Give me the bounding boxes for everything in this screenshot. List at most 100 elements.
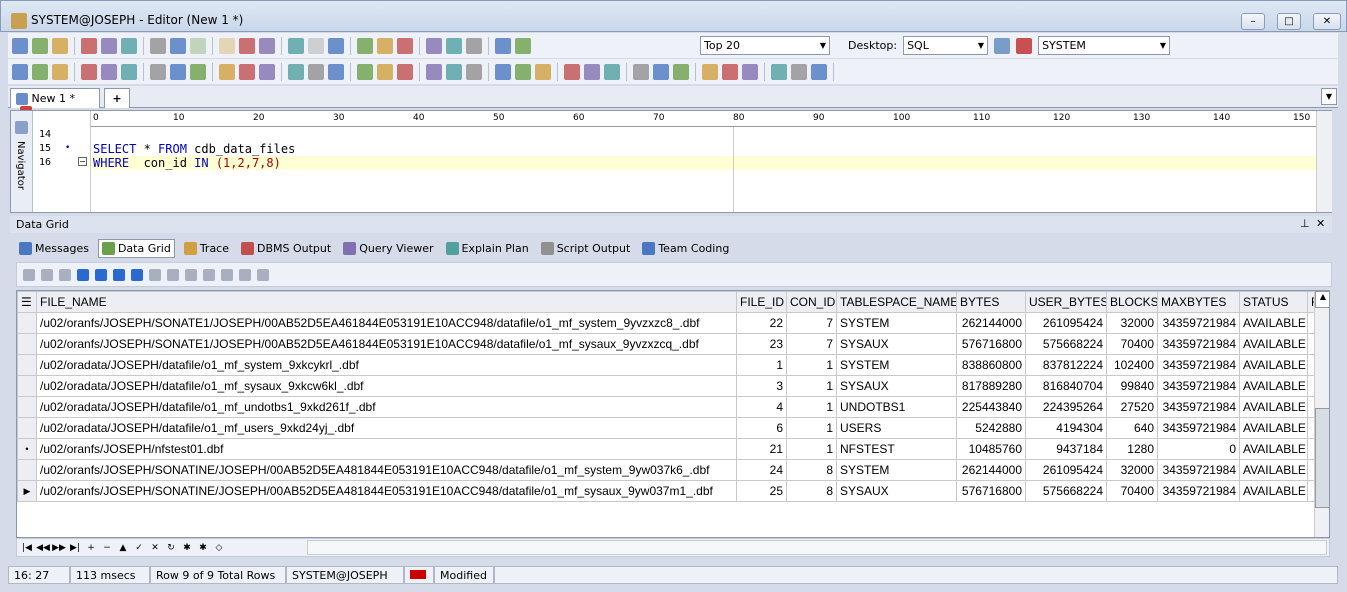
column-header[interactable]: USER_BYTES [1025, 291, 1107, 313]
cell[interactable]: 8 [786, 459, 837, 481]
watch-icon[interactable] [259, 63, 275, 80]
load-icon[interactable] [101, 37, 117, 54]
cell[interactable]: 34359721984 [1157, 354, 1240, 376]
column-header[interactable]: FILE_ID [736, 291, 787, 313]
cell[interactable]: 1 [736, 354, 787, 376]
cell[interactable]: AVAILABLE [1239, 396, 1308, 418]
cell[interactable]: 10485760 [956, 438, 1026, 460]
connect-icon[interactable] [12, 37, 28, 54]
stop-macro-icon[interactable] [771, 63, 787, 80]
cell[interactable]: SYSAUX [836, 480, 957, 502]
close-button[interactable]: ✕ [1313, 13, 1341, 30]
cell[interactable]: AVAILABLE [1239, 354, 1308, 376]
breakpoint-icon[interactable] [239, 63, 255, 80]
save-all-icon[interactable] [170, 37, 186, 54]
cell[interactable]: 817889280 [956, 375, 1026, 397]
cell[interactable]: 34359721984 [1157, 396, 1240, 418]
cell[interactable]: AVAILABLE [1239, 417, 1308, 439]
cell[interactable]: 4194304 [1025, 417, 1107, 439]
column-header[interactable]: BLOCKS [1106, 291, 1158, 313]
back-icon[interactable] [397, 37, 413, 54]
cell[interactable]: 224395264 [1025, 396, 1107, 418]
cell[interactable]: AVAILABLE [1239, 312, 1308, 334]
grid-horizontal-scrollbar[interactable] [307, 540, 1327, 555]
tab-query-viewer[interactable]: Query Viewer [340, 240, 436, 257]
disconnect-icon[interactable] [52, 37, 68, 54]
cell[interactable]: 27520 [1106, 396, 1158, 418]
grid-vertical-scrollbar[interactable]: ▲ [1314, 291, 1329, 537]
save-as-icon[interactable] [150, 37, 166, 54]
cell[interactable]: 261095424 [1025, 459, 1107, 481]
play-macro-icon[interactable] [791, 63, 807, 80]
cell[interactable]: 576716800 [956, 333, 1026, 355]
cell[interactable]: 838860800 [956, 354, 1026, 376]
tab-data-grid[interactable]: Data Grid [97, 239, 175, 258]
disabled3-icon[interactable] [308, 37, 324, 54]
cell[interactable]: 34359721984 [1157, 417, 1240, 439]
sql-history-icon[interactable] [446, 37, 462, 54]
cell[interactable]: 0 [1157, 438, 1240, 460]
cell[interactable]: 225443840 [956, 396, 1026, 418]
scroll-up-button[interactable]: ▲ [1315, 291, 1329, 308]
code-line[interactable]: SELECT * FROM cdb_data_files [93, 142, 295, 156]
copy-icon[interactable] [357, 63, 373, 80]
cell[interactable]: SYSTEM [836, 459, 957, 481]
table-row[interactable]: /u02/oradata/JOSEPH/datafile/o1_mf_syste… [17, 354, 1318, 376]
cell[interactable]: 261095424 [1025, 312, 1107, 334]
tab-trace[interactable]: Trace [181, 240, 232, 257]
table-row[interactable]: /u02/oranfs/JOSEPH/SONATE1/JOSEPH/00AB52… [17, 333, 1318, 355]
column-header[interactable]: MAXBYTES [1157, 291, 1240, 313]
cell[interactable]: /u02/oranfs/JOSEPH/SONATINE/JOSEPH/00AB5… [36, 480, 737, 502]
find-next-icon[interactable] [495, 63, 511, 80]
sum-icon[interactable] [257, 268, 269, 281]
post-icon[interactable] [203, 268, 215, 281]
row-indicator[interactable] [17, 375, 37, 397]
cell[interactable]: 8 [786, 480, 837, 502]
print-icon[interactable] [239, 37, 255, 54]
add-window-icon[interactable] [328, 37, 344, 54]
indent-icon[interactable] [653, 63, 669, 80]
remove-window-icon[interactable] [357, 37, 373, 54]
explain-plan-icon[interactable] [81, 63, 97, 80]
cell[interactable]: 9437184 [1025, 438, 1107, 460]
nav-button-10[interactable]: ✱ [180, 543, 194, 553]
last-icon[interactable] [131, 268, 143, 281]
cell[interactable]: 25 [736, 480, 787, 502]
data-grid[interactable]: ☰ FILE_NAME FILE_ID CON_ID TABLESPACE_NAME BY… [16, 290, 1330, 538]
cell[interactable]: 575668224 [1025, 480, 1107, 502]
capitalize-icon[interactable] [633, 63, 649, 80]
redo-icon[interactable] [564, 63, 580, 80]
nav-button-2[interactable]: ▶▶ [52, 543, 66, 553]
replace-icon[interactable] [515, 63, 531, 80]
cell[interactable]: 70400 [1106, 480, 1158, 502]
cell[interactable]: /u02/oradata/JOSEPH/datafile/o1_mf_users… [36, 417, 737, 439]
row-indicator[interactable]: • [17, 438, 37, 460]
tab-new-1[interactable]: New 1 * [10, 88, 100, 118]
cell[interactable]: NFSTEST [836, 438, 957, 460]
table-row[interactable]: /u02/oradata/JOSEPH/datafile/o1_mf_sysau… [17, 375, 1318, 397]
cell[interactable]: 34359721984 [1157, 480, 1240, 502]
desktop-settings-icon[interactable] [994, 37, 1011, 54]
lowercase-icon[interactable] [604, 63, 620, 80]
save-icon[interactable] [121, 37, 137, 54]
nav-button-5[interactable]: − [100, 543, 114, 553]
cell[interactable]: 6 [736, 417, 787, 439]
new-sql-icon[interactable] [32, 37, 48, 54]
tab-script-output[interactable]: Script Output [538, 240, 634, 257]
open-icon[interactable] [81, 37, 97, 54]
cell[interactable]: /u02/oradata/JOSEPH/datafile/o1_mf_syste… [36, 354, 737, 376]
undo-icon[interactable] [535, 63, 551, 80]
cell[interactable]: 816840704 [1025, 375, 1107, 397]
clipboard-icon[interactable] [397, 63, 413, 80]
cell[interactable]: 262144000 [956, 312, 1026, 334]
cell[interactable]: 34359721984 [1157, 459, 1240, 481]
nav-button-11[interactable]: ✱ [196, 543, 210, 553]
first-icon[interactable] [77, 268, 89, 281]
table-row[interactable]: /u02/oradata/JOSEPH/datafile/o1_mf_undot… [17, 396, 1318, 418]
top-rows-select[interactable]: Top 20 [700, 36, 830, 55]
column-header[interactable]: TABLESPACE_NAME [836, 291, 957, 313]
tab-team-coding[interactable]: Team Coding [639, 240, 732, 257]
record-macro-icon[interactable] [742, 63, 758, 80]
find-icon[interactable] [288, 37, 304, 54]
cell[interactable]: 5242880 [956, 417, 1026, 439]
